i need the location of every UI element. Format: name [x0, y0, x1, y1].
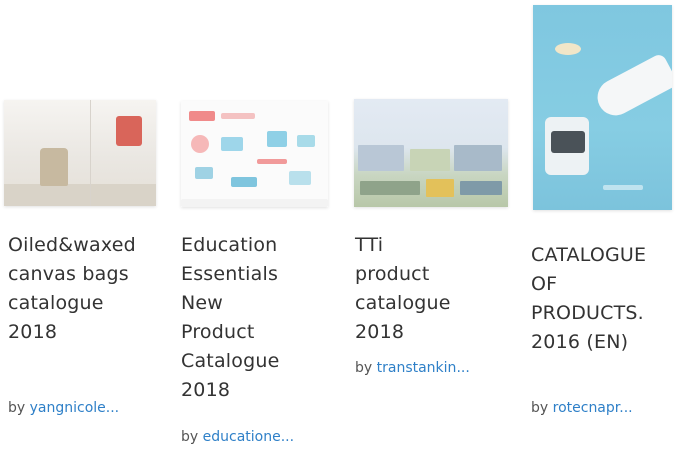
author-link[interactable]: educatione...	[203, 429, 294, 445]
by-label: by	[8, 400, 26, 416]
thumbnail-graphic	[555, 43, 581, 55]
thumbnail-graphic	[297, 135, 315, 147]
catalogue-byline: by rotecnapr...	[531, 399, 633, 417]
catalogue-title[interactable]: Oiled&waxed canvas bags catalogue 2018	[8, 231, 136, 347]
hand-illustration	[591, 52, 672, 122]
thumbnail-graphic	[454, 145, 502, 171]
author-link[interactable]: transtankin...	[377, 360, 470, 376]
author-link[interactable]: rotecnapr...	[553, 400, 633, 416]
thumbnail-graphic	[603, 185, 643, 190]
thumbnail-graphic	[181, 199, 328, 207]
by-label: by	[531, 400, 549, 416]
author-link[interactable]: yangnicole...	[30, 400, 120, 416]
by-label: by	[355, 360, 373, 376]
bag-illustration	[40, 148, 68, 186]
catalogue-byline: by transtankin...	[355, 359, 470, 377]
thumbnail-graphic	[426, 179, 454, 197]
catalogue-thumbnail[interactable]	[533, 5, 672, 210]
thumbnail-graphic	[460, 181, 502, 195]
thumbnail-graphic	[267, 131, 287, 147]
thumbnail-graphic	[221, 113, 255, 119]
catalogue-thumbnail[interactable]	[181, 101, 328, 207]
bag-illustration	[116, 116, 142, 146]
catalogue-byline: by yangnicole...	[8, 399, 119, 417]
thumbnail-floor	[4, 184, 156, 206]
thumbnail-graphic	[221, 137, 243, 151]
catalogue-thumbnail[interactable]	[4, 100, 156, 206]
thumbnail-graphic	[360, 181, 420, 195]
thumbnail-graphic	[189, 111, 215, 121]
thumbnail-graphic	[257, 159, 287, 164]
thumbnail-graphic	[551, 131, 585, 153]
thumbnail-graphic	[358, 145, 404, 171]
catalogue-title[interactable]: Education Essentials New Product Catalog…	[181, 231, 280, 405]
page-seam	[90, 100, 91, 206]
thumbnail-graphic	[410, 149, 450, 171]
catalogue-title[interactable]: CATALOGUE OF PRODUCTS. 2016 (EN)	[531, 241, 646, 357]
catalogue-title[interactable]: TTi product catalogue 2018	[355, 231, 451, 347]
catalogue-byline: by educatione...	[181, 428, 294, 446]
thumbnail-graphic	[289, 171, 311, 185]
by-label: by	[181, 429, 199, 445]
thumbnail-graphic	[231, 177, 257, 187]
catalogue-thumbnail[interactable]	[354, 99, 508, 207]
thumbnail-graphic	[195, 167, 213, 179]
thumbnail-graphic	[191, 135, 209, 153]
